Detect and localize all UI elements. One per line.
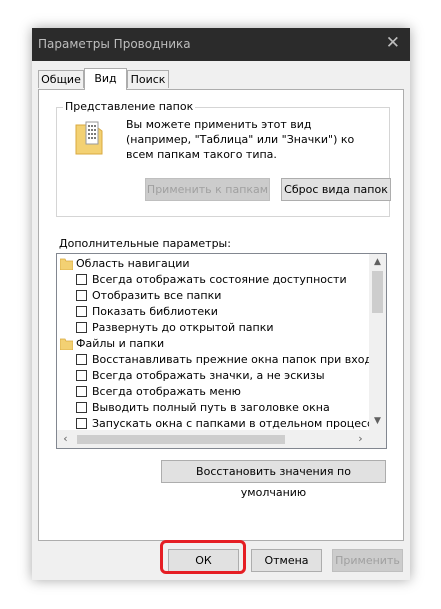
cancel-button[interactable]: Отмена (251, 549, 322, 572)
horizontal-scroll-thumb[interactable] (77, 435, 285, 444)
advanced-settings-tree[interactable]: Область навигации Всегда отображать сост… (56, 253, 387, 449)
list-item[interactable]: Всегда отображать значки, а не эскизы (57, 368, 369, 384)
folder-views-legend: Представление папок (63, 100, 196, 113)
checkbox[interactable] (76, 306, 87, 317)
advanced-settings-list: Область навигации Всегда отображать сост… (57, 254, 369, 430)
reset-folders-button[interactable]: Сброс вида папок (281, 178, 391, 201)
checkbox-label: Развернуть до открытой папки (92, 321, 274, 334)
scroll-left-icon[interactable]: ‹ (57, 430, 74, 448)
explorer-options-dialog: Параметры Проводника ✕ Общие Вид Поиск П… (32, 28, 410, 580)
checkbox-label: Выводить полный путь в заголовке окна (92, 401, 330, 414)
list-item[interactable]: Восстанавливать прежние окна папок при в… (57, 352, 369, 368)
checkbox-label: Запускать окна с папками в отдельном про… (92, 417, 369, 430)
apply-to-folders-button[interactable]: Применить к папкам (145, 178, 270, 201)
tab-panel-view: Представление папок Вы можете применить … (38, 89, 404, 541)
folder-icon (60, 338, 73, 350)
tab-search[interactable]: Поиск (127, 70, 169, 88)
checkbox[interactable] (76, 402, 87, 413)
folder-view-icon (75, 121, 103, 155)
vertical-scrollbar[interactable]: ▲ ▼ (369, 254, 386, 430)
checkbox-label: Всегда отображать состояние доступности (92, 273, 347, 286)
checkbox-label: Показать библиотеки (92, 305, 218, 318)
checkbox-label: Всегда отображать значки, а не эскизы (92, 369, 325, 382)
checkbox[interactable] (76, 354, 87, 365)
apply-button[interactable]: Применить (332, 549, 403, 572)
scroll-down-icon[interactable]: ▼ (369, 413, 386, 430)
list-item[interactable]: Развернуть до открытой папки (57, 320, 369, 336)
checkbox[interactable] (76, 386, 87, 397)
folder-views-group: Представление папок Вы можете применить … (56, 100, 391, 217)
checkbox[interactable] (76, 274, 87, 285)
folder-views-description: Вы можете применить этот вид (например, … (126, 118, 355, 161)
title-bar[interactable]: Параметры Проводника ✕ (32, 28, 410, 61)
list-item[interactable]: Выводить полный путь в заголовке окна (57, 400, 369, 416)
folder-icon (60, 258, 73, 270)
tree-folder-label: Область навигации (76, 257, 190, 270)
list-item[interactable]: Отобразить все папки (57, 288, 369, 304)
window-title: Параметры Проводника (38, 37, 191, 51)
checkbox-label: Всегда отображать меню (92, 385, 241, 398)
tab-general[interactable]: Общие (38, 70, 84, 88)
tree-folder-files-and-folders: Файлы и папки (57, 336, 369, 352)
scroll-corner (369, 430, 386, 448)
ok-button-highlight (160, 540, 246, 574)
advanced-settings-label: Дополнительные параметры: (59, 237, 231, 250)
vertical-scroll-thumb[interactable] (372, 271, 383, 313)
horizontal-scrollbar[interactable]: ‹ › (57, 430, 369, 448)
tree-folder-label: Файлы и папки (76, 337, 165, 350)
restore-defaults-button[interactable]: Восстановить значения по умолчанию (161, 460, 386, 499)
tree-folder-navigation-pane: Область навигации (57, 256, 369, 272)
tab-view[interactable]: Вид (84, 68, 127, 90)
checkbox[interactable] (76, 322, 87, 333)
checkbox-label: Отобразить все папки (92, 289, 222, 302)
scroll-up-icon[interactable]: ▲ (369, 254, 386, 271)
checkbox[interactable] (76, 290, 87, 301)
list-item[interactable]: Всегда отображать меню (57, 384, 369, 400)
scroll-right-icon[interactable]: › (352, 430, 369, 448)
list-item[interactable]: Показать библиотеки (57, 304, 369, 320)
checkbox-label: Восстанавливать прежние окна папок при в… (92, 353, 369, 366)
list-item[interactable]: Запускать окна с папками в отдельном про… (57, 416, 369, 430)
checkbox[interactable] (76, 370, 87, 381)
checkbox[interactable] (76, 418, 87, 429)
list-item[interactable]: Всегда отображать состояние доступности (57, 272, 369, 288)
close-icon[interactable]: ✕ (386, 33, 400, 53)
